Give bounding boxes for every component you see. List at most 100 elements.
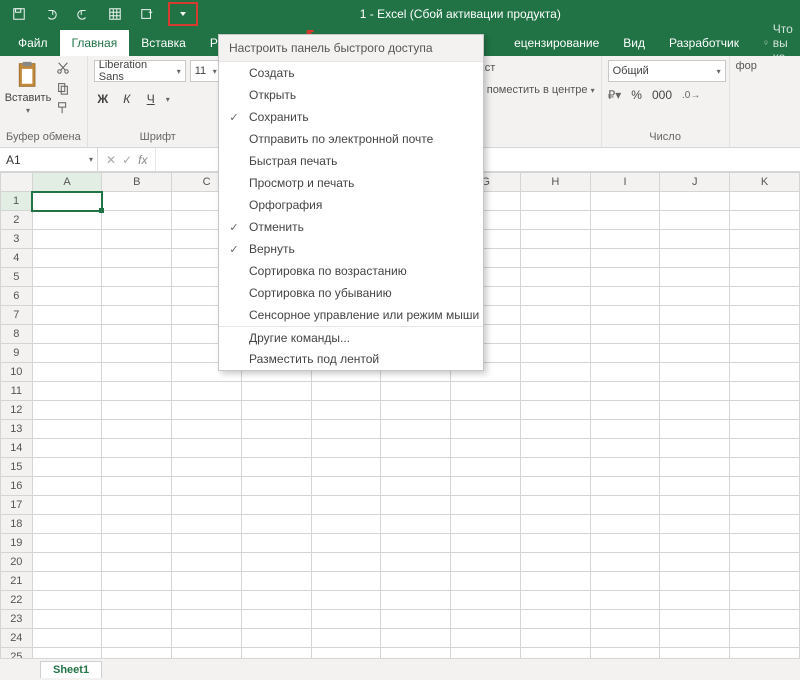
row-header[interactable]: 8 [1, 325, 33, 344]
cell[interactable] [102, 515, 172, 534]
cell[interactable] [590, 420, 660, 439]
row-header[interactable]: 14 [1, 439, 33, 458]
cell[interactable] [241, 496, 311, 515]
cell[interactable] [451, 439, 521, 458]
save-icon[interactable] [4, 2, 34, 26]
enter-formula-icon[interactable]: ✓ [122, 153, 132, 167]
cell[interactable] [520, 629, 590, 648]
column-header[interactable]: J [660, 173, 730, 192]
cell[interactable] [451, 629, 521, 648]
row-header[interactable]: 13 [1, 420, 33, 439]
underline-button[interactable]: Ч [142, 92, 160, 106]
cell[interactable] [102, 458, 172, 477]
cell[interactable] [102, 363, 172, 382]
cell[interactable] [381, 477, 451, 496]
cell[interactable] [520, 325, 590, 344]
cell[interactable] [520, 572, 590, 591]
cell[interactable] [660, 401, 730, 420]
cell[interactable] [172, 420, 242, 439]
cell[interactable] [32, 629, 102, 648]
cell[interactable] [451, 496, 521, 515]
row-header[interactable]: 2 [1, 211, 33, 230]
format-painter-icon[interactable] [54, 100, 72, 116]
column-header[interactable]: K [730, 173, 800, 192]
cell[interactable] [730, 382, 800, 401]
cell[interactable] [590, 401, 660, 420]
cell[interactable] [102, 534, 172, 553]
cell[interactable] [730, 610, 800, 629]
cell[interactable] [172, 401, 242, 420]
cell[interactable] [660, 572, 730, 591]
bold-button[interactable]: Ж [94, 92, 112, 106]
cell[interactable] [730, 439, 800, 458]
cell[interactable] [660, 496, 730, 515]
menu-item[interactable]: Отправить по электронной почте [219, 128, 483, 150]
cell[interactable] [520, 344, 590, 363]
cell[interactable] [32, 192, 102, 211]
cell[interactable] [730, 306, 800, 325]
paste-button[interactable]: Вставить ▾ [6, 60, 50, 115]
cell[interactable] [590, 610, 660, 629]
column-header[interactable]: I [590, 173, 660, 192]
cell[interactable] [590, 496, 660, 515]
cell[interactable] [520, 401, 590, 420]
row-header[interactable]: 16 [1, 477, 33, 496]
cell[interactable] [311, 496, 381, 515]
cell[interactable] [381, 382, 451, 401]
cell[interactable] [730, 192, 800, 211]
menu-item[interactable]: Открыть [219, 84, 483, 106]
cell[interactable] [32, 363, 102, 382]
cell[interactable] [32, 534, 102, 553]
cell[interactable] [241, 420, 311, 439]
cell[interactable] [172, 382, 242, 401]
cell[interactable] [451, 534, 521, 553]
cell[interactable] [730, 458, 800, 477]
cell[interactable] [660, 515, 730, 534]
cell[interactable] [660, 553, 730, 572]
cell[interactable] [32, 420, 102, 439]
cell[interactable] [660, 344, 730, 363]
cell[interactable] [730, 629, 800, 648]
merge-center-partial[interactable]: ь и поместить в центре [469, 84, 588, 96]
cell[interactable] [730, 572, 800, 591]
column-header[interactable]: H [520, 173, 590, 192]
cell[interactable] [660, 211, 730, 230]
row-header[interactable]: 24 [1, 629, 33, 648]
cell[interactable] [172, 553, 242, 572]
redo-icon[interactable] [68, 2, 98, 26]
cell[interactable] [172, 648, 242, 659]
cancel-formula-icon[interactable]: ✕ [106, 153, 116, 167]
row-header[interactable]: 11 [1, 382, 33, 401]
cell[interactable] [172, 458, 242, 477]
cell[interactable] [311, 629, 381, 648]
cell[interactable] [241, 572, 311, 591]
cut-icon[interactable] [54, 60, 72, 76]
cell[interactable] [660, 591, 730, 610]
cell[interactable] [32, 591, 102, 610]
cell[interactable] [241, 401, 311, 420]
cell[interactable] [520, 382, 590, 401]
cell[interactable] [660, 629, 730, 648]
cell[interactable] [311, 572, 381, 591]
cell[interactable] [520, 249, 590, 268]
cell[interactable] [520, 420, 590, 439]
cell[interactable] [730, 496, 800, 515]
cell[interactable] [172, 534, 242, 553]
cell[interactable] [102, 325, 172, 344]
menu-item[interactable]: ✓Отменить [219, 216, 483, 238]
name-box[interactable]: A1▾ [0, 148, 98, 171]
italic-button[interactable]: К [118, 92, 136, 106]
cell[interactable] [102, 344, 172, 363]
cell[interactable] [172, 496, 242, 515]
cell[interactable] [241, 648, 311, 659]
cell[interactable] [590, 268, 660, 287]
accounting-icon[interactable]: ₽▾ [608, 88, 622, 102]
cell[interactable] [32, 439, 102, 458]
cell[interactable] [730, 268, 800, 287]
cell[interactable] [660, 458, 730, 477]
menu-item[interactable]: Орфография [219, 194, 483, 216]
cell[interactable] [730, 249, 800, 268]
cell[interactable] [520, 192, 590, 211]
cell[interactable] [311, 553, 381, 572]
cell[interactable] [311, 401, 381, 420]
